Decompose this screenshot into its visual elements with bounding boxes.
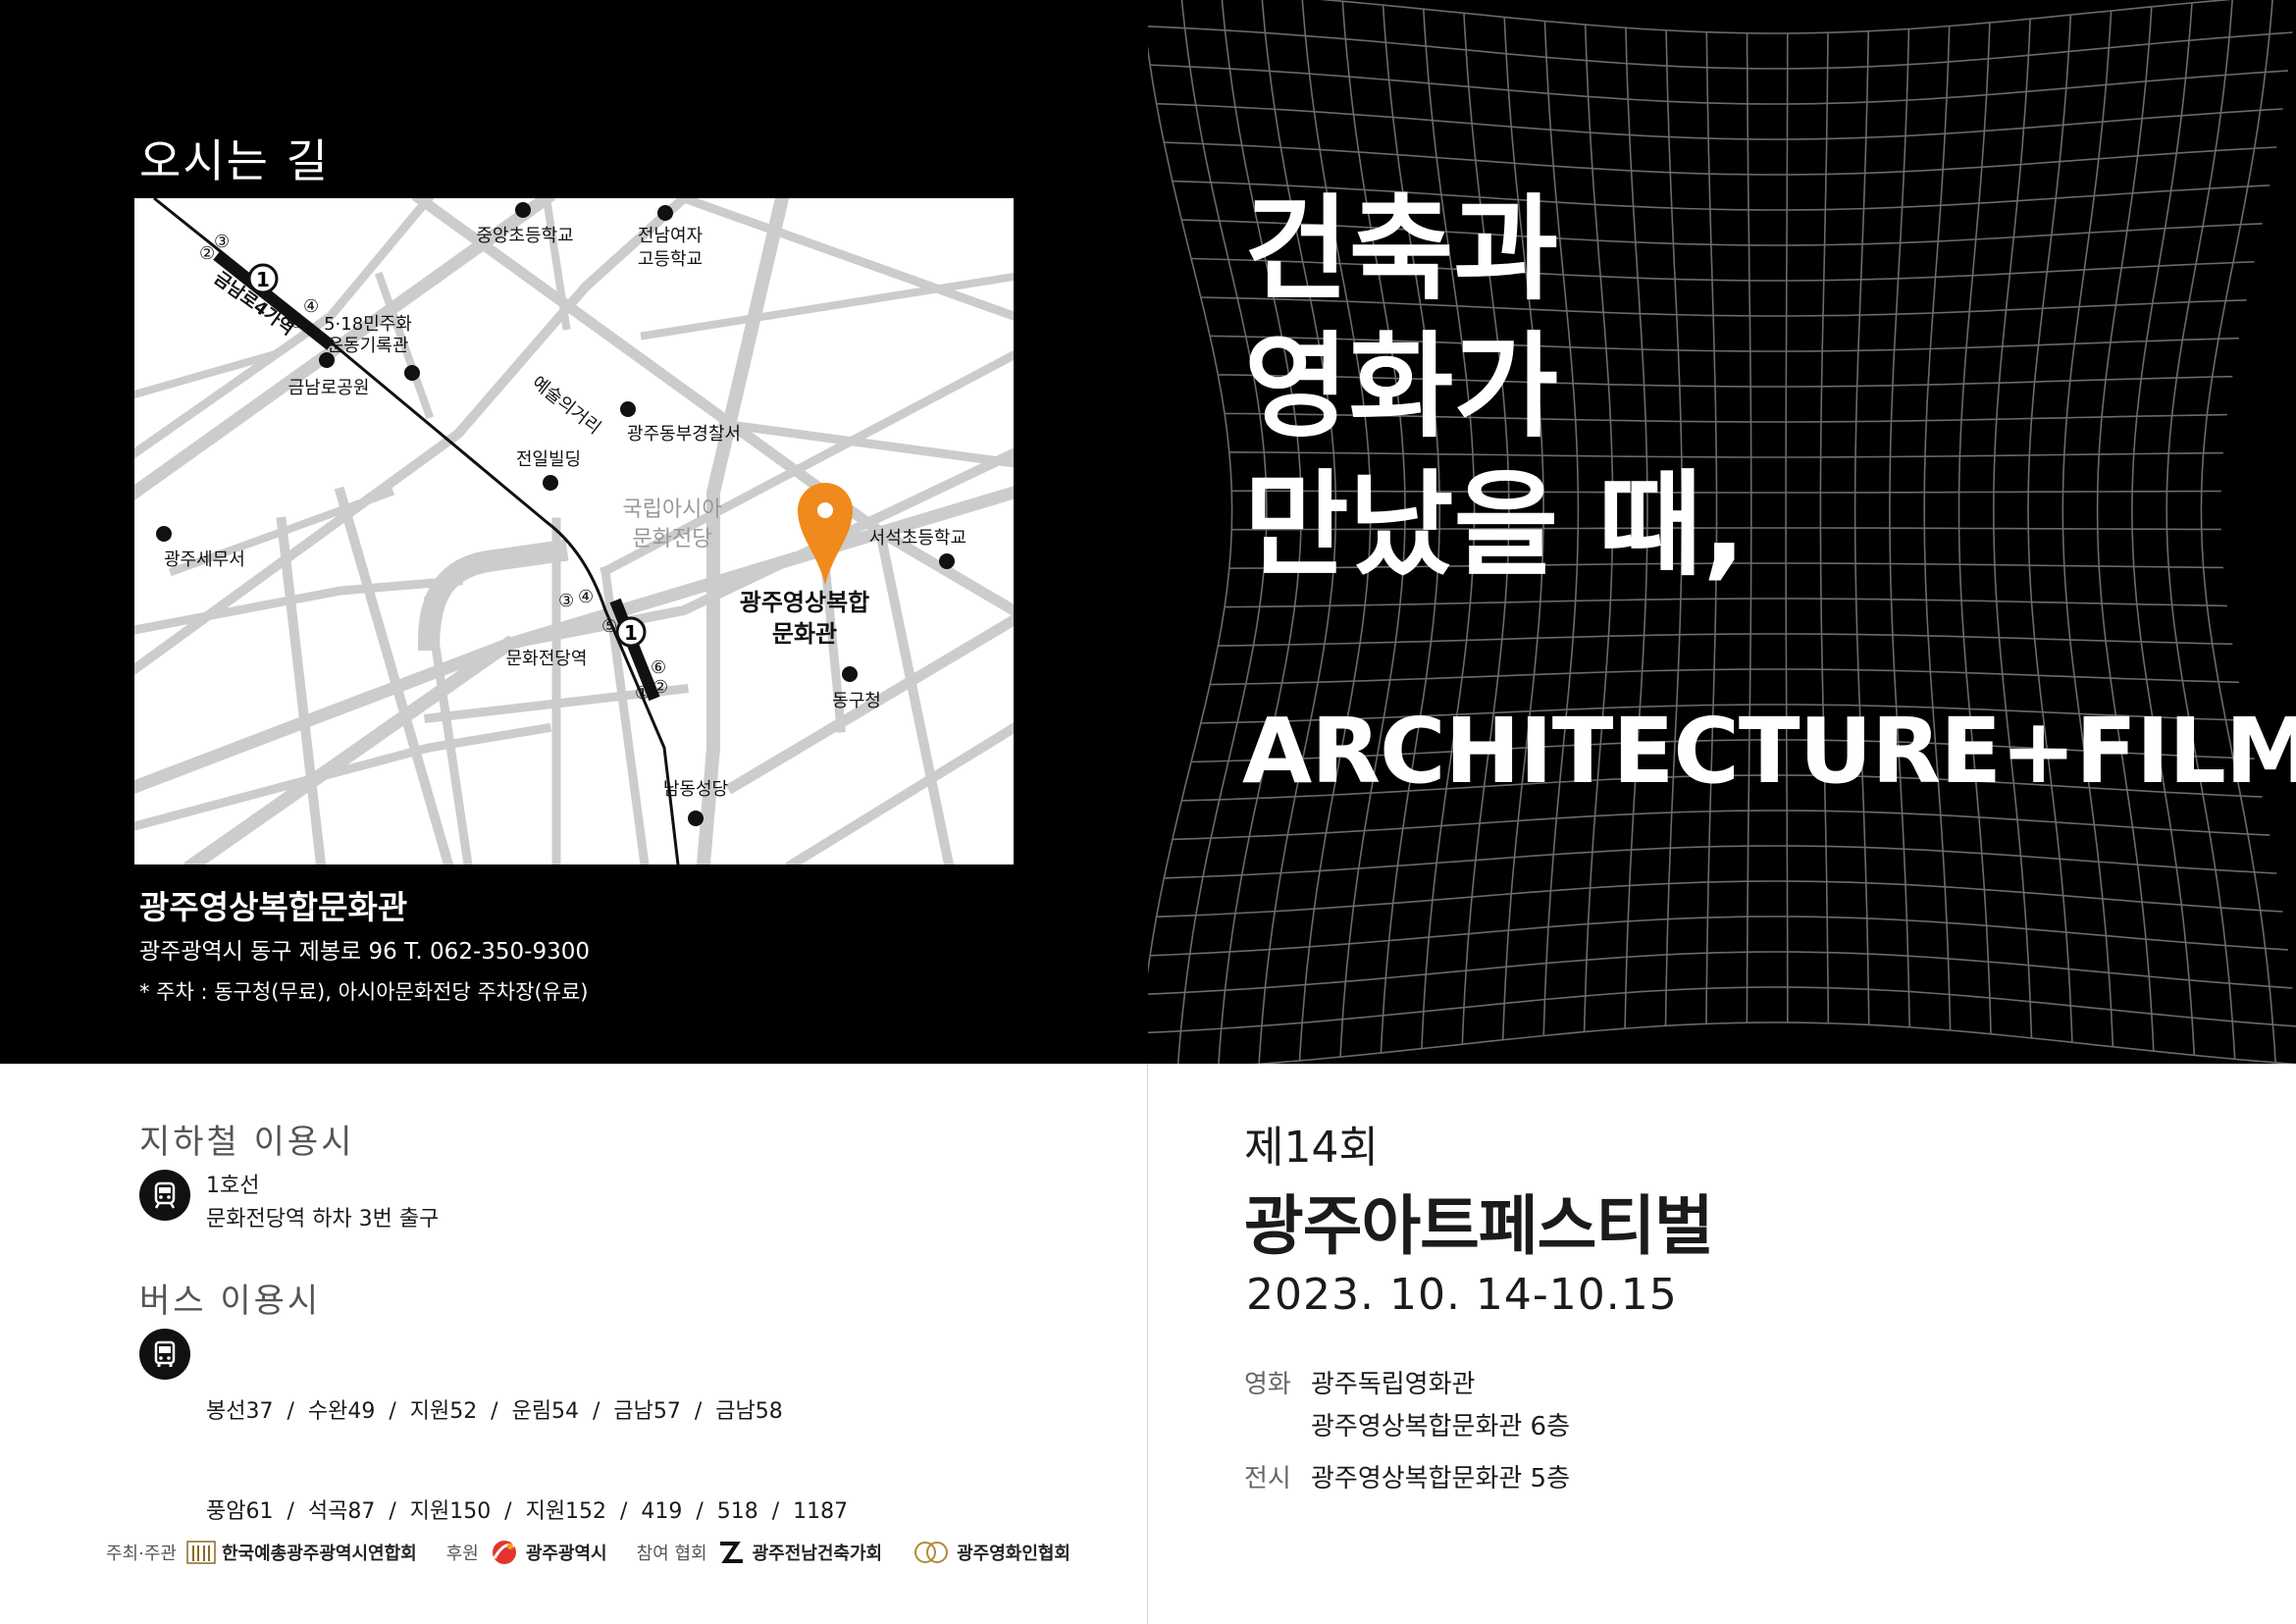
festival-dates: 2023. 10. 14-10.15 bbox=[1246, 1270, 1678, 1320]
host-name: 한국예총광주광역시연합회 bbox=[221, 1544, 417, 1564]
venue-film-1: 광주독립영화관 bbox=[1311, 1370, 1476, 1399]
grid-line-horizontal bbox=[1156, 102, 2283, 140]
parking-note: * 주차 : 동구청(무료), 아시아문화전당 주차장(유료) bbox=[139, 980, 589, 1004]
bus-routes-line-2: 풍암61 / 석곡87 / 지원150 / 지원152 / 419 / 518 … bbox=[206, 1499, 849, 1524]
subway-heading: 지하철 이용시 bbox=[139, 1123, 355, 1162]
grid-line-horizontal bbox=[1253, 1022, 2296, 1064]
partner-film-association: 광주영화인협회 bbox=[957, 1544, 1070, 1564]
grid-line-horizontal bbox=[1148, 986, 2296, 1034]
grid-line-horizontal bbox=[1150, 64, 2288, 105]
venue-exhibit-1: 광주영상복합문화관 5층 bbox=[1311, 1464, 1571, 1493]
organizers-footer: 주최·주관 한국예총광주광역시연합회 후원 광주광역시 참여 협회 광주전남건축… bbox=[106, 1539, 1100, 1566]
label-donggu-office: 동구청 bbox=[832, 691, 881, 711]
label-memorial-1: 5·18민주화 bbox=[324, 314, 412, 335]
bus-info: 봉선37 / 수완49 / 지원52 / 운림54 / 금남57 / 금남58 … bbox=[206, 1329, 848, 1562]
architects-logo-icon bbox=[717, 1540, 747, 1565]
sponsor-name: 광주광역시 bbox=[525, 1544, 607, 1564]
partner-label: 참여 협회 bbox=[636, 1544, 707, 1564]
sponsor-label: 후원 bbox=[445, 1544, 479, 1564]
subway-icon bbox=[139, 1170, 190, 1221]
grid-line-horizontal bbox=[1164, 141, 2277, 176]
venue-name: 광주영상복합문화관 bbox=[139, 888, 408, 926]
map-graphic: 1 1 ③ ② ④ ① ④ ③ ⑤ ⑥ ② ① 중앙초등학교 전남여자 고등학교… bbox=[134, 198, 1014, 864]
label-art-street: 예술의거리 bbox=[528, 372, 604, 439]
label-jeonil-building: 전일빌딩 bbox=[516, 449, 581, 470]
exit-4: ④ bbox=[303, 296, 319, 317]
svg-text:1: 1 bbox=[624, 621, 638, 645]
label-acc-1: 국립아시아 bbox=[622, 498, 721, 522]
grid-line-horizontal bbox=[1172, 810, 2270, 841]
english-title: ARCHITECTURE+FILM bbox=[1242, 699, 2296, 804]
grid-line-horizontal bbox=[1319, 0, 2233, 34]
label-geumnamro-park: 금남로공원 bbox=[288, 378, 370, 398]
exit-5b: ⑤ bbox=[601, 616, 617, 637]
label-acc-2: 문화전당 bbox=[633, 527, 712, 551]
venue-address: 광주광역시 동구 제봉로 96 T. 062-350-9300 bbox=[139, 939, 590, 965]
label-namdong-church: 남동성당 bbox=[663, 779, 728, 800]
partner-architects: 광주전남건축가회 bbox=[752, 1544, 883, 1564]
venue-pin-icon bbox=[798, 483, 853, 585]
label-venue-1: 광주영상복합 bbox=[740, 589, 869, 616]
headline-line-2: 영화가 bbox=[1244, 321, 1559, 454]
grid-line-horizontal bbox=[1218, 633, 2233, 647]
venue-film-2: 광주영상복합문화관 6층 bbox=[1311, 1412, 1571, 1441]
headline-line-3: 만났을 때, bbox=[1244, 458, 1747, 592]
label-jungang-elementary: 중앙초등학교 bbox=[476, 226, 573, 246]
label-venue-2: 문화관 bbox=[772, 620, 837, 648]
host-label: 주최·주관 bbox=[106, 1544, 177, 1564]
festival-edition: 제14회 bbox=[1244, 1123, 1379, 1173]
subway-exit-text: 문화전당역 하차 3번 출구 bbox=[206, 1207, 440, 1231]
exit-2: ② bbox=[199, 243, 215, 264]
page-divider bbox=[1147, 1064, 1148, 1624]
label-jeonnam-girls-1: 전남여자 bbox=[638, 226, 704, 246]
subway-line-text: 1호선 bbox=[206, 1174, 260, 1198]
grid-line-horizontal bbox=[1225, 598, 2227, 608]
headline: 건축과 영화가 만났을 때, bbox=[1244, 182, 1746, 595]
exit-6b: ⑥ bbox=[651, 657, 666, 678]
line-badge-munhwa: 1 bbox=[615, 616, 647, 648]
exit-2b: ② bbox=[652, 677, 668, 698]
headline-line-1: 건축과 bbox=[1244, 183, 1559, 316]
directions-title: 오시는 길 bbox=[139, 134, 330, 187]
subway-info: 1호선 문화전당역 하차 3번 출구 bbox=[206, 1170, 439, 1236]
bus-heading: 버스 이용시 bbox=[139, 1282, 322, 1321]
grid-line-horizontal bbox=[1156, 880, 2283, 918]
exit-4b: ④ bbox=[578, 587, 594, 607]
svg-text:1: 1 bbox=[256, 268, 270, 291]
exit-3b: ③ bbox=[558, 591, 574, 611]
festival-name: 광주아트페스티벌 bbox=[1244, 1188, 1714, 1264]
grid-line-horizontal bbox=[1150, 916, 2288, 957]
bus-routes-line-1: 봉선37 / 수완49 / 지원52 / 운림54 / 금남57 / 금남58 bbox=[206, 1399, 783, 1424]
location-map[interactable]: 1 1 ③ ② ④ ① ④ ③ ⑤ ⑥ ② ① 중앙초등학교 전남여자 고등학교… bbox=[134, 198, 1014, 864]
label-tax-office: 광주세무서 bbox=[164, 550, 245, 570]
bus-icon bbox=[139, 1329, 190, 1380]
label-munhwa-station: 문화전당역 bbox=[506, 649, 588, 669]
host-logo-icon bbox=[186, 1540, 216, 1565]
grid-line-horizontal bbox=[1164, 845, 2277, 879]
venue-label-film: 영화 bbox=[1244, 1370, 1291, 1399]
grid-line-horizontal bbox=[1210, 668, 2240, 686]
label-east-police: 광주동부경찰서 bbox=[627, 424, 741, 445]
label-seoseok-elementary: 서석초등학교 bbox=[869, 528, 966, 549]
line-badge-geumnamro: 1 bbox=[247, 263, 279, 294]
grid-line-vertical bbox=[1148, 45, 1233, 975]
exit-3: ③ bbox=[214, 232, 230, 252]
label-jeonnam-girls-2: 고등학교 bbox=[638, 249, 703, 270]
exit-1b: ① bbox=[635, 683, 651, 704]
gwangju-city-logo-icon bbox=[489, 1539, 520, 1566]
venue-label-exhibit: 전시 bbox=[1244, 1464, 1291, 1493]
film-association-logo-icon bbox=[912, 1540, 951, 1565]
label-memorial-2: 운동기록관 bbox=[328, 336, 409, 356]
grid-line-vertical bbox=[2200, 0, 2276, 1063]
